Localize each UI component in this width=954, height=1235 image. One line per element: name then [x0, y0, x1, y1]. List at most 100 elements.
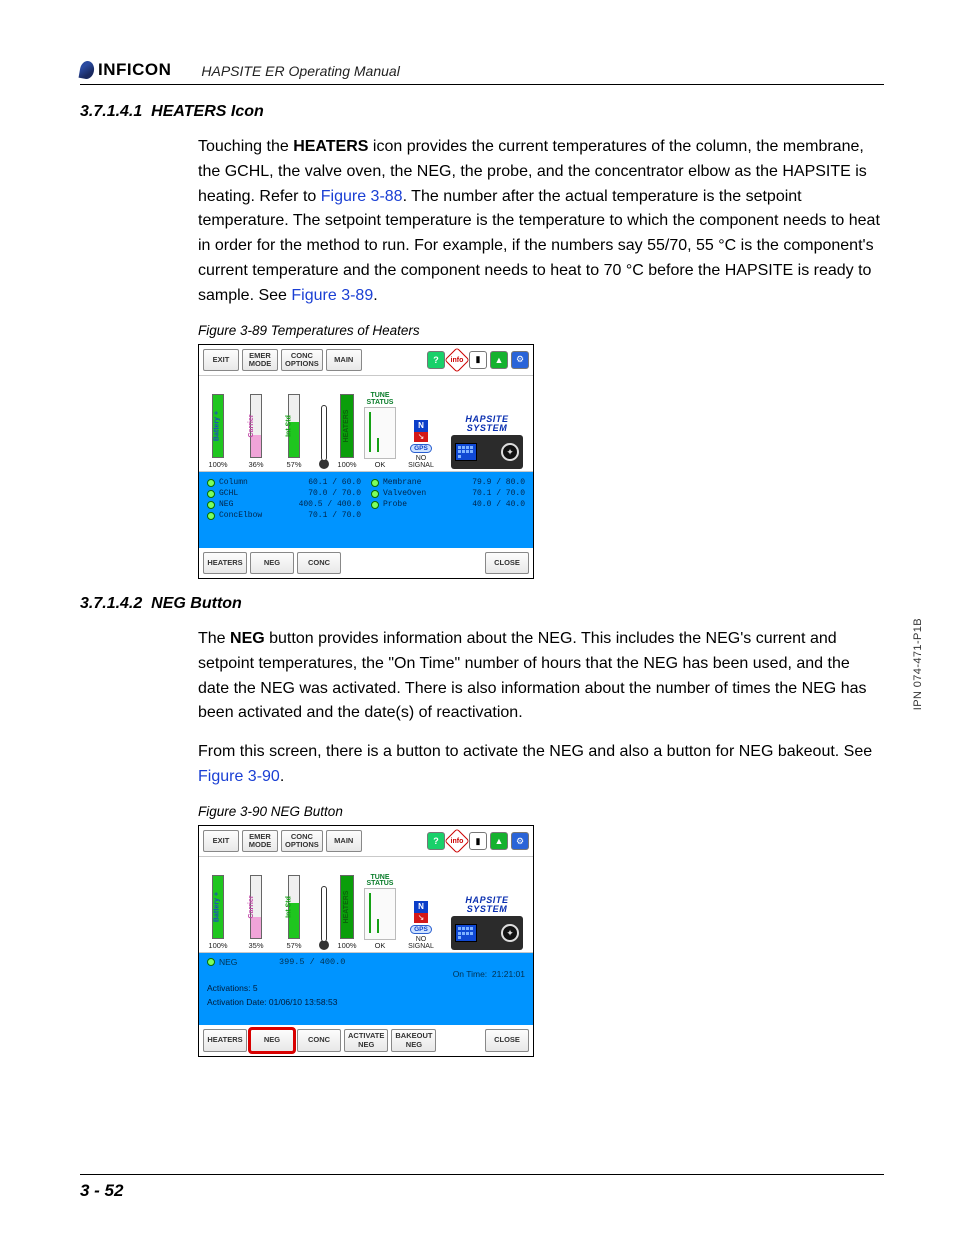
hapsite-system-block: HAPSITESYSTEM ✦	[445, 415, 529, 469]
compass-icon: N↘	[414, 901, 428, 923]
neg-activation-date: Activation Date: 01/06/10 13:58:53	[207, 997, 525, 1007]
section-heading-heaters: 3.7.1.4.1 HEATERS Icon	[80, 103, 884, 121]
page-header: INFICON HAPSITE ER Operating Manual	[80, 60, 884, 85]
neg-ontime-row: On Time: 21:21:01	[207, 969, 525, 979]
carrier-value: 35%	[248, 941, 263, 950]
gauges-row: Battery + 100% Carrier 35% Int Std 57% H…	[199, 857, 533, 953]
row-concelbow: ConcElbow70.1 / 70.0	[207, 511, 361, 520]
neg-activations: Activations: 5	[207, 983, 525, 993]
gear-icon[interactable]: ⚙	[511, 832, 529, 850]
main-button[interactable]: MAIN	[326, 349, 362, 372]
carrier-gauge: Carrier 36%	[241, 394, 271, 469]
close-button[interactable]: CLOSE	[485, 552, 529, 574]
status-dot-icon	[207, 479, 215, 487]
link-figure-3-88[interactable]: Figure 3-88	[321, 188, 403, 205]
conc-tab-button[interactable]: CONC	[297, 1029, 341, 1052]
intstd-gauge: Int Std 57%	[279, 394, 309, 469]
battery-value: 100%	[208, 941, 227, 950]
ipn-label: IPN 074-471-P1B	[912, 618, 924, 710]
heaters-col-left: Column60.1 / 60.0 GCHL70.0 / 70.0 NEG400…	[207, 478, 361, 520]
neg-tab-button[interactable]: NEG	[250, 552, 294, 574]
tune-ok-label: OK	[375, 941, 386, 950]
section-heading-neg: 3.7.1.4.2 NEG Button	[80, 595, 884, 613]
battery-icon[interactable]: ▮	[469, 351, 487, 369]
thermometer-icon	[317, 405, 331, 469]
heaters-gauge[interactable]: HEATERS 100%	[339, 394, 355, 469]
tune-status-block: TUNESTATUS OK	[363, 875, 397, 951]
neg-data-area: NEG 399.5 / 400.0 On Time: 21:21:01 Acti…	[199, 953, 533, 1025]
status-green-icon[interactable]: ▲	[490, 832, 508, 850]
signal-block: N↘ GPS NOSIGNAL	[405, 901, 437, 950]
toolbar-icons: ? info ▮ ▲ ⚙	[427, 830, 529, 853]
row-valveoven: ValveOven70.1 / 70.0	[371, 489, 525, 498]
tune-status-block: TUNESTATUS OK	[363, 393, 397, 469]
signal-block: N↘ GPS NOSIGNAL	[405, 420, 437, 469]
conc-options-button[interactable]: CONC OPTIONS	[281, 349, 323, 372]
battery-icon[interactable]: ▮	[469, 832, 487, 850]
heaters-gauge[interactable]: HEATERS 100%	[339, 875, 355, 950]
intstd-value: 57%	[286, 460, 301, 469]
main-button[interactable]: MAIN	[326, 830, 362, 853]
close-button[interactable]: CLOSE	[485, 1029, 529, 1052]
status-dot-icon	[371, 501, 379, 509]
device-icon: ✦	[451, 916, 523, 950]
section-title: NEG Button	[151, 595, 242, 612]
help-icon[interactable]: ?	[427, 832, 445, 850]
heaters-data-area: Column60.1 / 60.0 GCHL70.0 / 70.0 NEG400…	[199, 472, 533, 548]
status-dot-icon	[371, 490, 379, 498]
neg-temp-row: NEG 399.5 / 400.0	[207, 957, 525, 967]
conc-tab-button[interactable]: CONC	[297, 552, 341, 574]
exit-button[interactable]: EXIT	[203, 349, 239, 372]
exit-button[interactable]: EXIT	[203, 830, 239, 853]
neg-paragraph-1: The NEG button provides information abou…	[198, 627, 884, 726]
info-icon[interactable]: info	[444, 828, 469, 853]
section-title: HEATERS Icon	[151, 103, 264, 120]
bottom-toolbar: HEATERS NEG CONC CLOSE	[199, 548, 533, 578]
link-figure-3-90[interactable]: Figure 3-90	[198, 768, 280, 785]
toolbar-icons: ? info ▮ ▲ ⚙	[427, 349, 529, 372]
brand-logo: INFICON	[80, 60, 171, 80]
screenshot-neg: EXIT EMER MODE CONC OPTIONS MAIN ? info …	[198, 825, 534, 1057]
status-dot-icon	[207, 490, 215, 498]
heaters-value: 100%	[337, 460, 356, 469]
row-column: Column60.1 / 60.0	[207, 478, 361, 487]
carrier-value: 36%	[248, 460, 263, 469]
row-neg: NEG400.5 / 400.0	[207, 500, 361, 509]
manual-title: HAPSITE ER Operating Manual	[201, 63, 399, 80]
link-figure-3-89[interactable]: Figure 3-89	[291, 287, 373, 304]
battery-gauge: Battery + 100%	[203, 875, 233, 950]
info-icon[interactable]: info	[444, 347, 469, 372]
logo-mark-icon	[79, 60, 96, 80]
page-number: 3 - 52	[80, 1174, 884, 1201]
top-toolbar: EXIT EMER MODE CONC OPTIONS MAIN ? info …	[199, 826, 533, 858]
carrier-gauge: Carrier 35%	[241, 875, 271, 950]
battery-value: 100%	[208, 460, 227, 469]
bottom-toolbar: HEATERS NEG CONC ACTIVATE NEG BAKEOUT NE…	[199, 1025, 533, 1056]
heaters-paragraph: Touching the HEATERS icon provides the c…	[198, 135, 884, 309]
spectrum-icon	[364, 407, 396, 459]
heaters-col-right: Membrane79.9 / 80.0 ValveOven70.1 / 70.0…	[371, 478, 525, 520]
heaters-tab-button[interactable]: HEATERS	[203, 1029, 247, 1052]
compass-icon: N↘	[414, 420, 428, 442]
bakeout-neg-button[interactable]: BAKEOUT NEG	[391, 1029, 436, 1052]
help-icon[interactable]: ?	[427, 351, 445, 369]
battery-gauge: Battery + 100%	[203, 394, 233, 469]
activate-neg-button[interactable]: ACTIVATE NEG	[344, 1029, 388, 1052]
emer-mode-button[interactable]: EMER MODE	[242, 830, 278, 853]
thermometer-icon	[317, 886, 331, 950]
heaters-tab-button[interactable]: HEATERS	[203, 552, 247, 574]
figure-3-90-caption: Figure 3-90 NEG Button	[198, 804, 884, 819]
device-icon: ✦	[451, 435, 523, 469]
status-dot-icon	[371, 479, 379, 487]
hapsite-system-block: HAPSITESYSTEM ✦	[445, 896, 529, 950]
emer-mode-button[interactable]: EMER MODE	[242, 349, 278, 372]
conc-options-button[interactable]: CONC OPTIONS	[281, 830, 323, 853]
neg-tab-button-highlighted[interactable]: NEG	[250, 1029, 294, 1052]
status-dot-icon	[207, 958, 215, 966]
gear-icon[interactable]: ⚙	[511, 351, 529, 369]
status-dot-icon	[207, 501, 215, 509]
intstd-value: 57%	[286, 941, 301, 950]
row-gchl: GCHL70.0 / 70.0	[207, 489, 361, 498]
status-green-icon[interactable]: ▲	[490, 351, 508, 369]
section-number: 3.7.1.4.1	[80, 103, 142, 120]
